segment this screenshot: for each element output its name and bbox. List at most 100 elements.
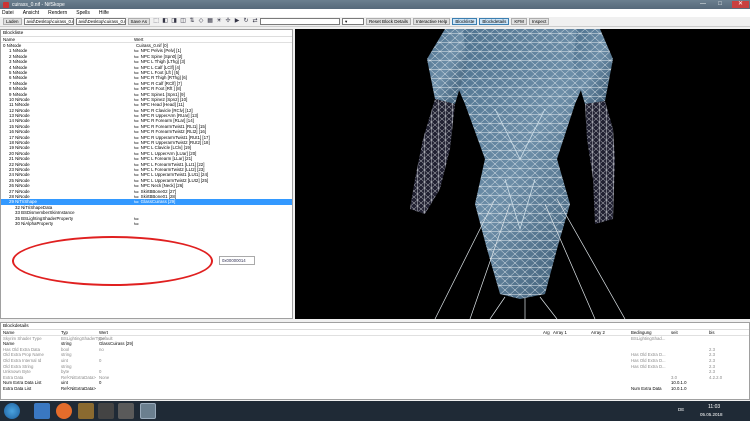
block-value-text: GlassCuirass [29]: [140, 199, 176, 205]
title-bar: cuirass_0.nif - NifSkope — □ ✕: [0, 0, 750, 9]
block-value-text: NPC Head [Head] [11]: [140, 102, 185, 108]
taskbar: DE 11:03 05.05.2018: [0, 401, 750, 421]
block-flag: fuc: [134, 151, 139, 156]
render-viewport[interactable]: [295, 29, 750, 319]
menu-spells[interactable]: Spells: [76, 10, 90, 16]
block-flag: fuc: [134, 87, 139, 92]
block-flag: fuc: [134, 221, 139, 226]
start-button[interactable]: [4, 403, 20, 419]
view-top-icon[interactable]: ◨: [170, 18, 178, 25]
block-flag: fuc: [134, 162, 139, 167]
menu-hilfe[interactable]: Hilfe: [99, 10, 109, 16]
app-icon: [3, 1, 9, 8]
block-flag: fuc: [134, 135, 139, 140]
block-flag: fuc: [134, 70, 139, 75]
block-flag: fuc: [134, 189, 139, 194]
block-flag: fuc: [134, 108, 139, 113]
menu-ansicht[interactable]: Ansicht: [23, 10, 39, 16]
block-flag: fuc: [134, 216, 139, 221]
block-value-text: SkirtBBone02 [27]: [140, 188, 177, 194]
skyrim-icon[interactable]: [78, 403, 94, 419]
block-flag: fuc: [134, 200, 139, 205]
app-icon-2[interactable]: [118, 403, 134, 419]
block-flag: fuc: [134, 103, 139, 108]
move-icon[interactable]: ✢: [224, 18, 232, 25]
block-flag: fuc: [134, 92, 139, 97]
block-flag: fuc: [134, 124, 139, 129]
block-flag: fuc: [134, 130, 139, 135]
firefox-icon[interactable]: [56, 403, 72, 419]
clock-date[interactable]: 05.05.2018: [700, 412, 723, 417]
interactive-help-button[interactable]: Interactive Help: [413, 18, 451, 25]
maximize-button[interactable]: □: [713, 1, 727, 8]
column-name[interactable]: Name: [1, 37, 134, 42]
blocklist-pane: Blockliste Name Wert 0 NiNode Cuirass_0.n…: [0, 29, 293, 319]
load-button[interactable]: Laden: [3, 18, 22, 25]
ie-icon[interactable]: [34, 403, 50, 419]
block-value-text: NPC R Thigh [RThg] [6]: [140, 75, 187, 81]
language-indicator[interactable]: DE: [678, 407, 684, 412]
menu-rendern[interactable]: Rendern: [48, 10, 67, 16]
flip-view-icon[interactable]: ⇅: [188, 18, 196, 25]
block-value-text: NPC R Foot [Rft ] [8]: [140, 86, 181, 92]
block-flag: fuc: [134, 119, 139, 124]
block-flag: fuc: [134, 60, 139, 65]
detail-row[interactable]: Extra Data List Ref<NiExtraData> Num Extra…: [1, 386, 749, 392]
blocklist-row[interactable]: 30 NiAlphaProperty fuc: [1, 221, 292, 226]
kfm-toggle[interactable]: KFM: [511, 18, 527, 25]
clock-time[interactable]: 11:03: [708, 404, 720, 410]
block-value-text: NPC R Forearm [RLar] [14]: [140, 118, 194, 124]
block-value-text: NPC L UpperArm [LUar] [20]: [140, 150, 197, 156]
close-button[interactable]: ✕: [732, 1, 749, 8]
steam-icon[interactable]: [98, 403, 114, 419]
block-flag: fuc: [134, 146, 139, 151]
block-value-text: NPC R ForearmTwist2 [RLt2] [16]: [140, 129, 207, 135]
perspective-icon[interactable]: ◇: [197, 18, 205, 25]
load-path-field[interactable]: avid\Desktop\cuirass_0.nif: [23, 18, 74, 25]
block-flag: fuc: [134, 81, 139, 86]
view-user-icon[interactable]: ◫: [179, 18, 187, 25]
block-value-text: NPC R Calf [RClf] [7]: [140, 80, 182, 86]
lighting-icon[interactable]: ☀: [215, 18, 223, 25]
column-value[interactable]: Wert: [134, 37, 143, 42]
blockdetails-toggle[interactable]: Blockdetails: [479, 18, 510, 25]
animation-slider[interactable]: [260, 18, 341, 25]
minimize-button[interactable]: —: [696, 1, 710, 8]
block-value-text: NPC L Clavicle [LClv] [19]: [140, 145, 192, 151]
inspect-toggle[interactable]: Inspect: [528, 18, 550, 25]
block-value-text: NPC R UpperArm [RUar] [13]: [140, 113, 199, 119]
block-flag: fuc: [134, 114, 139, 119]
block-value-text: NPC Spine1 [Spn1] [9]: [140, 91, 185, 97]
view-side-icon[interactable]: ◧: [161, 18, 169, 25]
blocklist-toggle[interactable]: Blockliste: [452, 18, 478, 25]
reset-block-details-button[interactable]: Reset Block Details: [366, 18, 412, 25]
nifskope-taskbar-icon[interactable]: [140, 403, 156, 419]
save-as-button[interactable]: Save As: [127, 18, 151, 25]
loop-icon[interactable]: ↻: [242, 18, 250, 25]
block-value-text: Cuirass_0.nif [0]: [136, 43, 168, 48]
textures-icon[interactable]: ▦: [206, 18, 214, 25]
block-flag: fuc: [134, 65, 139, 70]
block-value-text: NPC L Foot [Lft ] [5]: [140, 69, 180, 75]
block-flag: fuc: [134, 167, 139, 172]
view-front-icon[interactable]: ⬚: [152, 18, 160, 25]
block-flag: fuc: [134, 54, 139, 59]
block-flag: fuc: [134, 76, 139, 81]
wireframe-model: [410, 29, 626, 319]
block-flag: fuc: [134, 141, 139, 146]
block-value-text: NPC L Thigh [LThg] [3]: [140, 59, 186, 65]
block-value-text: NPC Spine [Spn0] [2]: [140, 53, 183, 59]
detail-since: 10.0.1.0: [671, 385, 687, 391]
block-value-text: NPC Spine2 [Spn2] [10]: [140, 96, 188, 102]
menu-datei[interactable]: Datei: [2, 10, 14, 16]
block-value-text: NPC L ForearmTwist1 [LLt1] [22]: [140, 161, 205, 167]
play-icon[interactable]: ▶: [233, 18, 241, 25]
detail-name: Extra Data List: [3, 385, 32, 391]
save-path-field[interactable]: avid\Desktop\cuirass_0.nif: [75, 18, 126, 25]
block-value-text: NPC L ForearmTwist2 [LLt2] [23]: [140, 166, 205, 172]
switch-icon[interactable]: ⇄: [251, 18, 259, 25]
block-flag: fuc: [134, 97, 139, 102]
block-name: 30 NiAlphaProperty: [15, 220, 54, 226]
animation-select[interactable]: ▾: [342, 18, 365, 25]
block-value-text: NPC R UpperarmTwist1 [RUt1] [17]: [140, 134, 210, 140]
